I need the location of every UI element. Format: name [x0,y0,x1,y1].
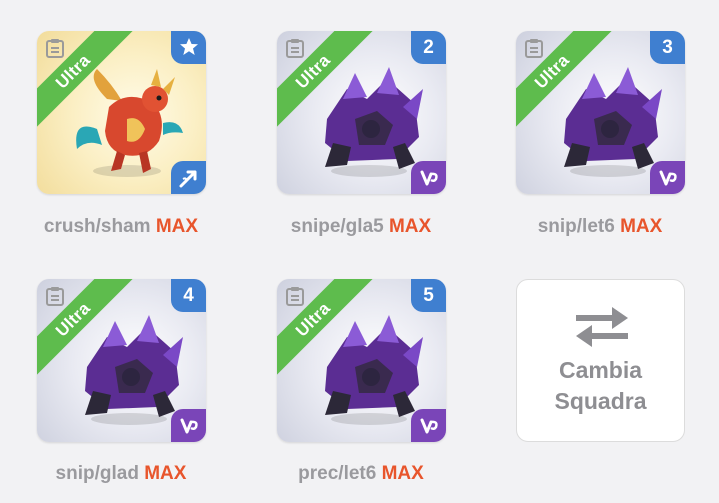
leader-star-badge [171,31,206,64]
creature-label-1: crush/sham MAX [1,216,241,238]
max-level-label: MAX [381,463,424,484]
dark-element-badge [650,161,685,194]
dark-element-badge [411,161,446,194]
team-position-badge: 5 [411,279,446,312]
max-level-label: MAX [620,216,663,237]
max-level-label: MAX [388,216,432,237]
dark-element-icon [420,170,438,185]
creature-name: prec/let6 [298,463,377,484]
creature-card-1[interactable]: Ultra [37,31,206,194]
team-position-badge: 2 [411,31,446,64]
creature-card-2[interactable]: Ultra 2 [277,31,446,194]
wind-element-badge [171,161,206,194]
document-icon[interactable] [44,286,66,308]
team-position-badge: 4 [171,279,206,312]
creature-label-5: prec/let6 MAX [241,463,481,485]
creature-label-3: snip/let6 MAX [480,216,719,238]
creature-card-4[interactable]: Ultra 4 [37,279,206,442]
team-position-badge: 3 [650,31,685,64]
document-icon[interactable] [284,286,306,308]
document-icon[interactable] [523,38,545,60]
change-team-button[interactable]: Cambia Squadra [516,279,685,442]
max-level-label: MAX [144,463,187,484]
creature-name: crush/sham [43,216,151,237]
change-team-line1: Cambia [558,357,643,383]
change-team-label: Cambia Squadra [517,355,684,417]
dark-element-badge [171,409,206,442]
creature-label-2: snipe/gla5 MAX [241,216,481,238]
wind-element-icon [179,170,196,187]
creature-card-5[interactable]: Ultra 5 [277,279,446,442]
creature-name: snip/glad [55,463,139,484]
document-icon[interactable] [44,38,66,60]
star-icon [179,38,198,55]
dark-element-icon [420,418,438,433]
creature-card-3[interactable]: Ultra 3 [516,31,685,194]
max-level-label: MAX [155,216,199,237]
dark-element-icon [659,170,677,185]
document-icon[interactable] [284,38,306,60]
dark-element-icon [180,418,198,433]
creature-name: snipe/gla5 [290,216,384,237]
creature-name: snip/let6 [537,216,615,237]
change-team-line2: Squadra [554,388,647,414]
swap-arrows-icon [576,307,628,347]
dark-element-badge [411,409,446,442]
creature-label-4: snip/glad MAX [1,463,241,485]
